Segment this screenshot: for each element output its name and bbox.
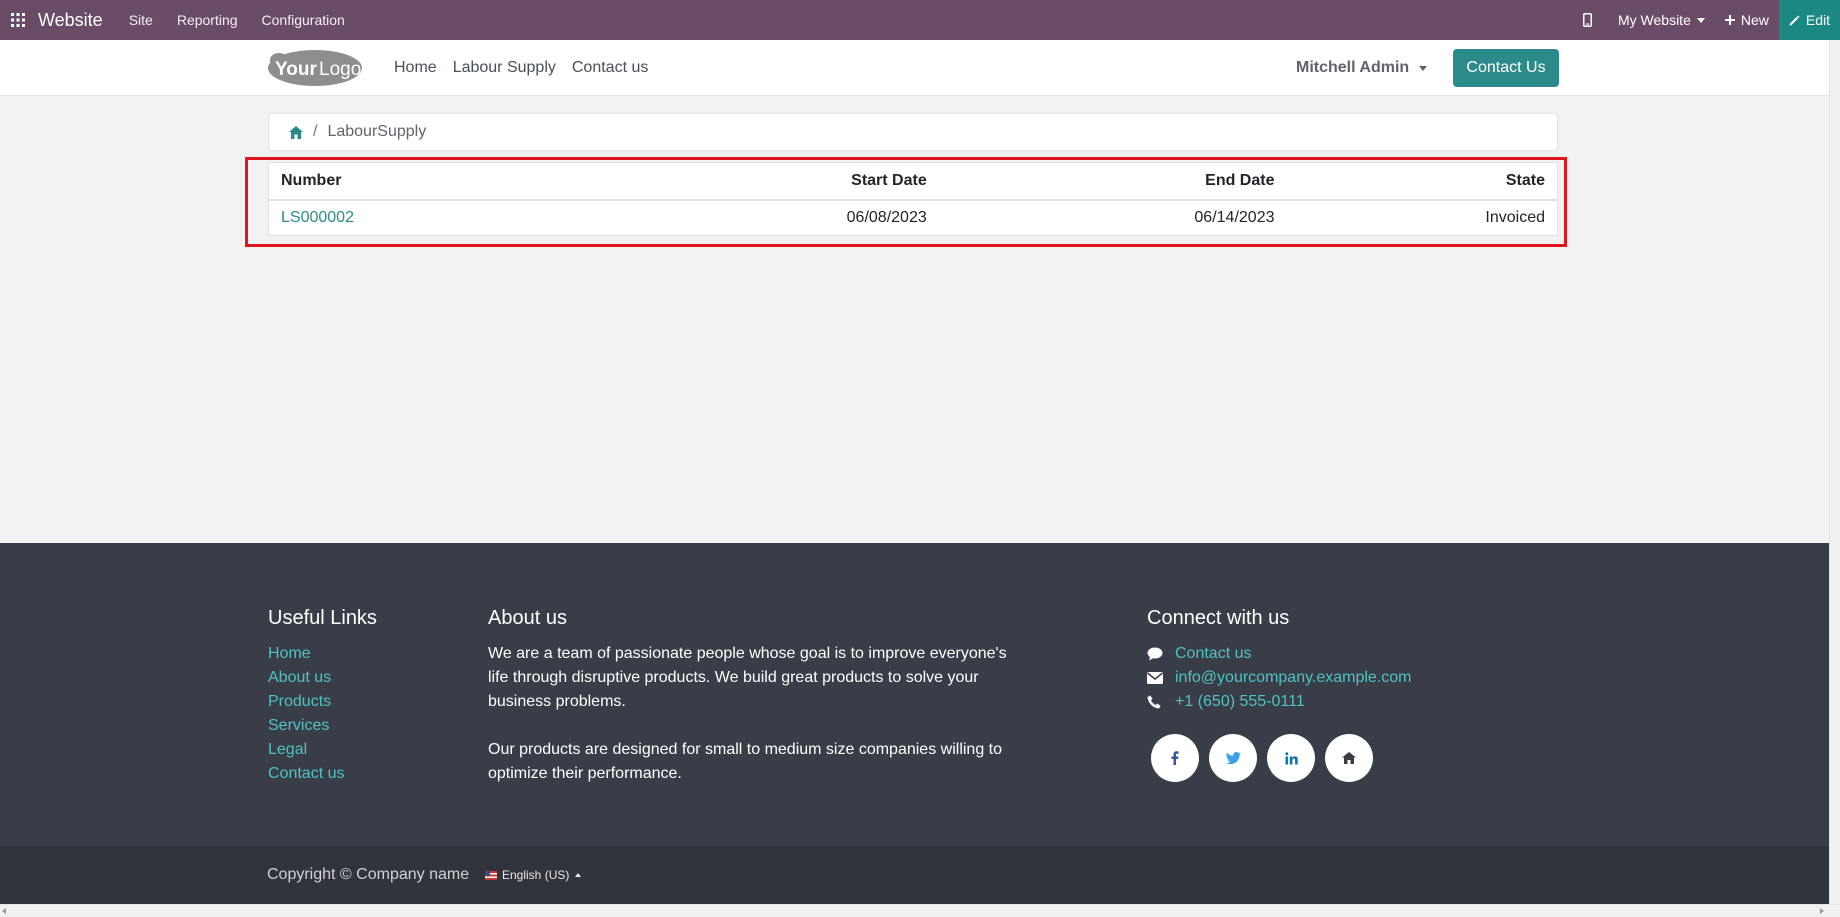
labour-supply-table: Number Start Date End Date State LS00000… <box>268 162 1558 236</box>
footer-link-services[interactable]: Services <box>268 714 377 738</box>
end-date-cell: 06/14/2023 <box>1194 209 1275 226</box>
language-selector[interactable]: English (US) <box>485 868 582 882</box>
footer-link-products[interactable]: Products <box>268 690 377 714</box>
facebook-icon[interactable] <box>1151 734 1199 782</box>
plus-icon <box>1724 15 1735 25</box>
language-label: English (US) <box>502 868 570 882</box>
website-selector-label: My Website <box>1617 12 1691 28</box>
footer-link-home[interactable]: Home <box>268 642 377 666</box>
mobile-preview-icon[interactable] <box>1573 0 1608 40</box>
us-flag-icon <box>485 870 497 880</box>
vertical-scrollbar[interactable] <box>1829 40 1840 904</box>
phone-icon <box>1147 695 1175 709</box>
comment-icon <box>1147 647 1175 661</box>
email-link[interactable]: info@yourcompany.example.com <box>1175 666 1412 690</box>
svg-text:Your: Your <box>275 59 317 80</box>
footer: Useful Links Home About us Products Serv… <box>0 543 1829 846</box>
chevron-down-icon <box>1696 17 1705 23</box>
about-paragraph: We are a team of passionate people whose… <box>488 645 1007 710</box>
social-links <box>1151 734 1412 782</box>
nav-contact-us[interactable]: Contact us <box>572 59 648 77</box>
edit-label: Edit <box>1805 12 1830 28</box>
chevron-up-icon <box>575 873 582 877</box>
phone-row[interactable]: +1 (650) 555-0111 <box>1147 690 1412 714</box>
linkedin-icon[interactable] <box>1267 734 1315 782</box>
scroll-right-icon[interactable] <box>1820 908 1824 914</box>
connect-column: Connect with us Contact us info@yourcomp… <box>1147 543 1412 782</box>
copyright-text: Copyright © Company name <box>267 866 470 883</box>
horizontal-scrollbar[interactable] <box>0 904 1840 917</box>
connect-title: Connect with us <box>1147 607 1290 629</box>
twitter-icon[interactable] <box>1209 734 1257 782</box>
column-header-start-date: Start Date <box>784 163 939 201</box>
column-header-number: Number <box>269 163 785 201</box>
breadcrumb-current: LabourSupply <box>327 123 427 140</box>
odoo-topbar: Website Site Reporting Configuration My … <box>0 0 1840 40</box>
footer-link-contact[interactable]: Contact us <box>268 762 377 786</box>
website-header: Your Logo Home Labour Supply Contact us … <box>0 40 1829 96</box>
chevron-down-icon <box>1419 65 1428 71</box>
nav-labour-supply[interactable]: Labour Supply <box>453 59 556 77</box>
phone-link[interactable]: +1 (650) 555-0111 <box>1175 690 1305 714</box>
pencil-icon <box>1789 15 1800 25</box>
state-cell: Invoiced <box>1485 209 1545 226</box>
website-selector[interactable]: My Website <box>1608 0 1715 40</box>
new-label: New <box>1740 12 1769 28</box>
about-column: About us We are a team of passionate peo… <box>488 543 1018 786</box>
menu-reporting[interactable]: Reporting <box>177 12 238 28</box>
email-row[interactable]: info@yourcompany.example.com <box>1147 666 1412 690</box>
footer-link-about[interactable]: About us <box>268 666 377 690</box>
column-header-state: State <box>1286 163 1557 201</box>
footer-link-legal[interactable]: Legal <box>268 738 377 762</box>
menu-configuration[interactable]: Configuration <box>262 12 345 28</box>
table-row[interactable]: LS000002 06/08/2023 06/14/2023 Invoiced <box>269 200 1557 235</box>
main-nav: Home Labour Supply Contact us <box>394 40 664 96</box>
apps-menu-icon[interactable] <box>4 0 32 40</box>
contact-link[interactable]: Contact us <box>1175 642 1251 666</box>
menu-site[interactable]: Site <box>129 12 153 28</box>
useful-links-title: Useful Links <box>268 607 377 629</box>
column-header-end-date: End Date <box>938 163 1287 201</box>
table-header-row: Number Start Date End Date State <box>269 163 1557 201</box>
breadcrumb-separator: / <box>313 123 318 140</box>
contact-link-row[interactable]: Contact us <box>1147 642 1412 666</box>
home-icon[interactable] <box>1325 734 1373 782</box>
scroll-left-icon[interactable] <box>2 908 6 914</box>
app-title[interactable]: Website <box>38 10 103 31</box>
about-title: About us <box>488 607 567 629</box>
home-icon[interactable] <box>289 125 303 139</box>
svg-text:Logo: Logo <box>319 59 361 80</box>
new-button[interactable]: New <box>1715 0 1779 40</box>
user-name: Mitchell Admin <box>1296 59 1410 76</box>
useful-links-column: Useful Links Home About us Products Serv… <box>268 543 377 786</box>
main-content: / LabourSupply Number Start Date End Dat… <box>0 97 1829 543</box>
nav-home[interactable]: Home <box>394 59 437 77</box>
footer-bottom-bar: Copyright © Company name English (US) <box>0 846 1829 904</box>
contact-us-button[interactable]: Contact Us <box>1453 49 1559 87</box>
breadcrumb: / LabourSupply <box>268 113 1558 151</box>
company-logo[interactable]: Your Logo <box>267 48 363 88</box>
user-menu[interactable]: Mitchell Admin <box>1296 40 1428 96</box>
record-number-link[interactable]: LS000002 <box>281 209 354 226</box>
start-date-cell: 06/08/2023 <box>846 209 927 226</box>
envelope-icon <box>1147 672 1175 684</box>
about-paragraph: Our products are designed for small to m… <box>488 741 1003 782</box>
edit-button[interactable]: Edit <box>1778 0 1840 40</box>
